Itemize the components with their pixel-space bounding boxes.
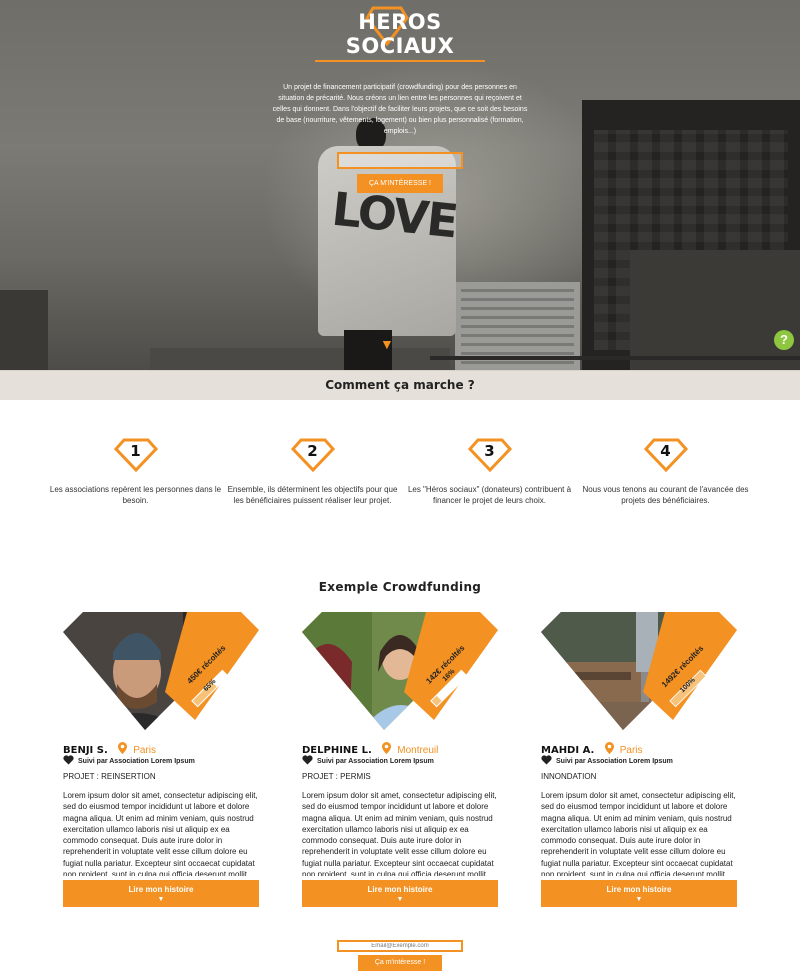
project-description: Lorem ipsum dolor sit amet, consectetur … <box>302 791 497 876</box>
location-pin-icon <box>604 742 614 754</box>
read-story-button[interactable]: Lire mon histoire ▼ <box>302 880 498 907</box>
project-type: INNONDATION <box>541 772 597 781</box>
footer-cta-button[interactable]: Ça m'intéresse ! <box>358 955 442 971</box>
location-pin-icon <box>118 742 128 754</box>
card-visual: 450€ récoltés 65% <box>63 612 259 730</box>
read-story-label: Lire mon histoire <box>606 885 672 894</box>
footer-email-input[interactable] <box>337 940 463 952</box>
heart-icon <box>63 755 74 765</box>
step-4: 4 Nous vous tenons au courant de l'avanc… <box>578 438 753 506</box>
step-2: 2 Ensemble, ils déterminent les objectif… <box>225 438 400 506</box>
card-name-row: MAHDI A. Paris <box>541 740 737 756</box>
progress-badge <box>643 612 737 720</box>
follow-text: Suivi par Association Lorem Ipsum <box>78 758 195 765</box>
heart-icon <box>302 755 313 765</box>
project-description: Lorem ipsum dolor sit amet, consectetur … <box>63 791 258 876</box>
hero-rail <box>430 356 800 360</box>
project-card: 450€ récoltés 65% BENJI S. Paris Suivi p… <box>63 612 259 907</box>
chevron-down-icon: ▼ <box>635 896 643 903</box>
step-number: 4 <box>660 442 671 460</box>
follow-line: Suivi par Association Lorem Ipsum <box>63 755 195 765</box>
read-story-button[interactable]: Lire mon histoire ▼ <box>63 880 259 907</box>
project-card: 1492€ récoltés 100% MAHDI A. Paris Suivi… <box>541 612 737 907</box>
step-text: Les associations repèrent les personnes … <box>49 485 222 505</box>
how-it-works-title: Comment ça marche ? <box>325 378 475 392</box>
step-number: 3 <box>484 442 495 460</box>
hero-section: LOVE HEROS SOCIAUX Un projet de financem… <box>0 0 800 370</box>
project-type: PROJET : REINSERTION <box>63 772 156 781</box>
logo-underline <box>315 60 485 62</box>
step-text: Nous vous tenons au courant de l'avancée… <box>582 485 749 505</box>
card-visual: 1492€ récoltés 100% <box>541 612 737 730</box>
project-type: PROJET : PERMIS <box>302 772 371 781</box>
hero-email-input[interactable] <box>337 152 463 169</box>
crowdfunding-title: Exemple Crowdfunding <box>318 580 482 594</box>
read-story-button[interactable]: Lire mon histoire ▼ <box>541 880 737 907</box>
card-visual: 142€ récoltés 16% <box>302 612 498 730</box>
follow-text: Suivi par Association Lorem Ipsum <box>317 758 434 765</box>
card-name-row: DELPHINE L. Montreuil <box>302 740 498 756</box>
step-number: 1 <box>130 442 141 460</box>
step-1: 1 Les associations repèrent les personne… <box>48 438 223 506</box>
chevron-down-icon: ▼ <box>396 896 404 903</box>
hero-cta-button[interactable]: ÇA M'INTÉRESSE ! <box>357 174 443 193</box>
follow-line: Suivi par Association Lorem Ipsum <box>302 755 434 765</box>
site-logo[interactable]: HEROS SOCIAUX <box>315 10 485 62</box>
progress-badge <box>165 612 259 720</box>
scroll-down-icon[interactable]: ▼ <box>380 337 394 351</box>
follow-text: Suivi par Association Lorem Ipsum <box>556 758 673 765</box>
hero-building <box>630 250 800 370</box>
location-pin-icon <box>382 742 392 754</box>
project-description: Lorem ipsum dolor sit amet, consectetur … <box>541 791 736 876</box>
step-text: Les "Héros sociaux" (donateurs) contribu… <box>407 485 572 505</box>
card-name-row: BENJI S. Paris <box>63 740 259 756</box>
chevron-down-icon: ▼ <box>157 896 165 903</box>
project-card: 142€ récoltés 16% DELPHINE L. Montreuil … <box>302 612 498 907</box>
read-story-label: Lire mon histoire <box>367 885 433 894</box>
read-story-label: Lire mon histoire <box>128 885 194 894</box>
step-text: Ensemble, ils déterminent les objectifs … <box>227 485 398 505</box>
hero-building <box>0 290 48 370</box>
follow-line: Suivi par Association Lorem Ipsum <box>541 755 673 765</box>
hero-description: Un projet de financement participatif (c… <box>272 84 528 135</box>
heart-icon <box>541 755 552 765</box>
site-logo-text: HEROS SOCIAUX <box>345 10 455 58</box>
step-3: 3 Les "Héros sociaux" (donateurs) contri… <box>402 438 577 506</box>
help-button[interactable]: ? <box>774 330 794 350</box>
step-number: 2 <box>307 442 318 460</box>
